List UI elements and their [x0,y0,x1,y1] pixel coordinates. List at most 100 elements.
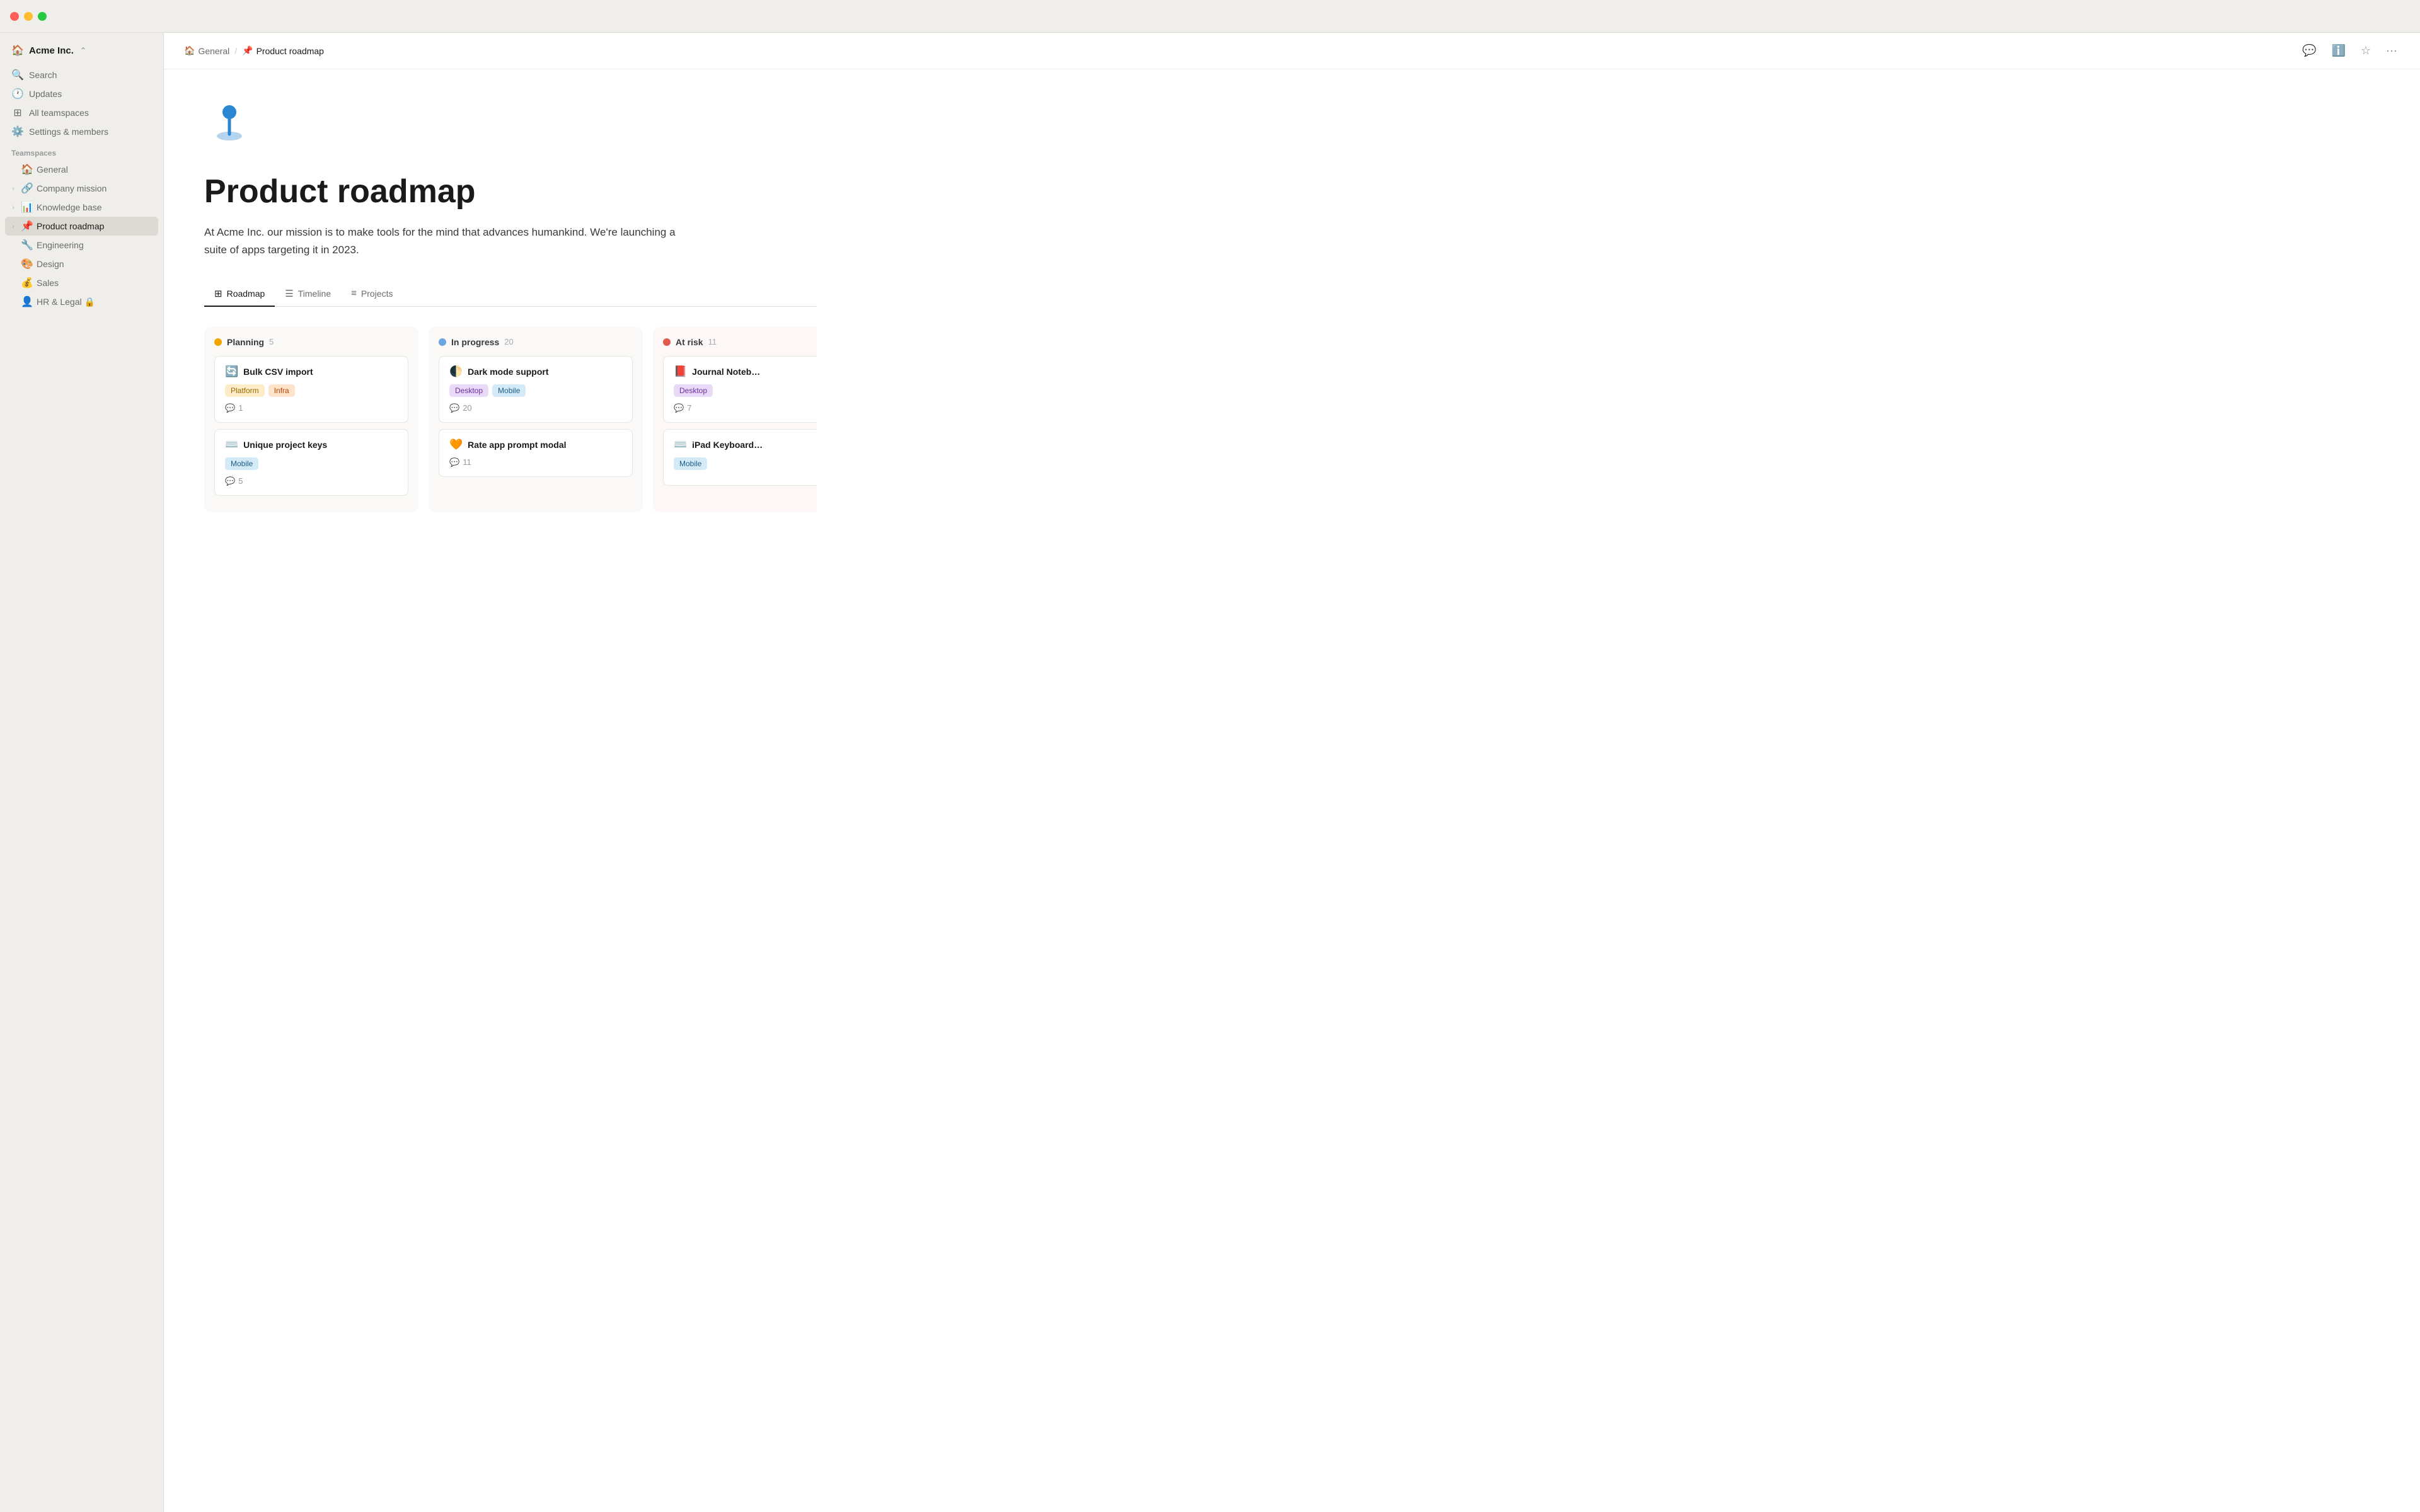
chevron-right-icon: › [9,185,18,192]
column-header-inprogress: In progress 20 [439,337,633,347]
traffic-light-yellow[interactable] [24,12,33,21]
comment-meta-icon: 💬 [449,457,459,467]
column-count-planning: 5 [269,337,274,346]
column-count-inprogress: 20 [504,337,513,346]
tab-roadmap-label: Roadmap [227,289,265,299]
wrench-icon: 🔧 [20,239,34,251]
breadcrumb-roadmap-icon: 📌 [242,45,253,56]
tag-desktop: Desktop [449,384,488,397]
breadcrumb: 🏠 General / 📌 Product roadmap [184,45,324,56]
tab-projects-label: Projects [361,289,393,299]
more-options-icon[interactable]: ··· [2383,42,2400,60]
sidebar-label-hr-legal: HR & Legal 🔒 [37,297,154,307]
home-icon: 🏠 [20,163,34,176]
comment-meta-icon: 💬 [449,403,459,413]
board: Planning 5 🔄 Bulk CSV import Platform In… [204,327,817,525]
card-ipad-keyboard[interactable]: ⌨️ iPad Keyboard… Mobile [663,429,817,486]
tag-platform: Platform [225,384,265,397]
traffic-light-green[interactable] [38,12,47,21]
sidebar-label-sales: Sales [37,278,154,288]
teamspaces-section-label: Teamspaces [5,141,158,160]
card-title-ipad-keyboard: ⌨️ iPad Keyboard… [674,438,817,451]
card-title-rate-app: 🧡 Rate app prompt modal [449,438,622,451]
card-meta-unique-keys: 💬 5 [225,476,398,486]
sidebar-item-search[interactable]: 🔍 Search [5,66,158,84]
tab-timeline-label: Timeline [298,289,331,299]
sidebar-label-design: Design [37,259,154,269]
breadcrumb-general[interactable]: 🏠 General [184,45,229,56]
sidebar-item-updates[interactable]: 🕐 Updates [5,84,158,103]
board-column-inprogress: In progress 20 🌓 Dark mode support Deskt… [429,327,643,512]
card-title-dark-mode: 🌓 Dark mode support [449,365,622,378]
workspace-switcher[interactable]: 🏠 Acme Inc. ⌃ [5,40,158,60]
card-meta-bulk-csv: 💬 1 [225,403,398,413]
card-rate-app[interactable]: 🧡 Rate app prompt modal 💬 11 [439,429,633,477]
column-header-planning: Planning 5 [214,337,408,347]
app-container: 🏠 Acme Inc. ⌃ 🔍 Search 🕐 Updates ⊞ All t… [0,0,2420,1512]
search-icon: 🔍 [11,69,24,81]
sidebar-item-label-updates: Updates [29,89,62,99]
card-unique-keys[interactable]: ⌨️ Unique project keys Mobile 💬 5 [214,429,408,496]
sidebar: 🏠 Acme Inc. ⌃ 🔍 Search 🕐 Updates ⊞ All t… [0,33,164,1512]
inprogress-dot [439,338,446,346]
csv-icon: 🔄 [225,365,238,378]
comment-meta-icon: 💬 [674,403,684,413]
sidebar-item-sales[interactable]: 💰 Sales [5,273,158,292]
sidebar-item-general[interactable]: 🏠 General [5,160,158,179]
card-bulk-csv[interactable]: 🔄 Bulk CSV import Platform Infra 💬 1 [214,356,408,423]
column-title-planning: Planning [227,337,264,347]
chevron-right-icon: › [9,204,18,211]
comment-count-unique-keys: 5 [238,476,243,486]
card-title-unique-keys: ⌨️ Unique project keys [225,438,398,451]
comment-count-rate-app: 11 [463,457,471,467]
tab-roadmap[interactable]: ⊞ Roadmap [204,282,275,307]
topbar: 🏠 General / 📌 Product roadmap 💬 ℹ️ ☆ ··· [164,33,2420,69]
tab-projects[interactable]: ≡ Projects [341,282,403,307]
projects-tab-icon: ≡ [351,288,357,299]
page-tabs: ⊞ Roadmap ☰ Timeline ≡ Projects [204,282,817,307]
card-tags-journal: Desktop [674,384,817,397]
main-content: 🏠 General / 📌 Product roadmap 💬 ℹ️ ☆ ··· [164,33,2420,1512]
comment-icon[interactable]: 💬 [2300,42,2319,60]
sidebar-item-company-mission[interactable]: › 🔗 Company mission [5,179,158,198]
card-journal[interactable]: 📕 Journal Noteb… Desktop 💬 7 [663,356,817,423]
sidebar-label-product-roadmap: Product roadmap [37,221,154,231]
page-title: Product roadmap [204,173,817,211]
sidebar-item-hr-legal[interactable]: 👤 HR & Legal 🔒 [5,292,158,311]
star-icon[interactable]: ☆ [2358,42,2373,60]
column-title-atrisk: At risk [676,337,703,347]
card-dark-mode[interactable]: 🌓 Dark mode support Desktop Mobile 💬 20 [439,356,633,423]
moon-icon: 🌓 [449,365,463,378]
card-title-bulk-csv: 🔄 Bulk CSV import [225,365,398,378]
planning-dot [214,338,222,346]
info-icon[interactable]: ℹ️ [2329,42,2348,60]
ipad-icon: ⌨️ [674,438,687,451]
comment-count-journal: 7 [687,403,691,413]
sidebar-label-general: General [37,164,154,175]
breadcrumb-separator: / [234,46,237,56]
heart-icon: 🧡 [449,438,463,451]
sidebar-item-label-search: Search [29,70,57,80]
tag-mobile: Mobile [674,457,707,470]
book-icon: 📕 [674,365,687,378]
breadcrumb-product-roadmap[interactable]: 📌 Product roadmap [242,45,324,56]
sidebar-item-product-roadmap[interactable]: › 📌 Product roadmap [5,217,158,236]
sidebar-item-label-teamspaces: All teamspaces [29,108,89,118]
sidebar-item-engineering[interactable]: 🔧 Engineering [5,236,158,255]
traffic-light-red[interactable] [10,12,19,21]
board-column-atrisk: At risk 11 📕 Journal Noteb… Desktop 💬 [653,327,817,512]
sidebar-item-settings[interactable]: ⚙️ Settings & members [5,122,158,141]
tag-infra: Infra [268,384,295,397]
card-tags-dark-mode: Desktop Mobile [449,384,622,397]
person-icon: 👤 [20,295,34,308]
sidebar-item-design[interactable]: 🎨 Design [5,255,158,273]
tab-timeline[interactable]: ☰ Timeline [275,282,341,307]
gear-icon: ⚙️ [11,125,24,138]
grid-icon: ⊞ [11,106,24,119]
sidebar-item-all-teamspaces[interactable]: ⊞ All teamspaces [5,103,158,122]
sidebar-item-label-settings: Settings & members [29,127,108,137]
card-tags-bulk-csv: Platform Infra [225,384,398,397]
column-count-atrisk: 11 [708,337,717,346]
workspace-chevron-icon: ⌃ [80,46,86,55]
sidebar-item-knowledge-base[interactable]: › 📊 Knowledge base [5,198,158,217]
